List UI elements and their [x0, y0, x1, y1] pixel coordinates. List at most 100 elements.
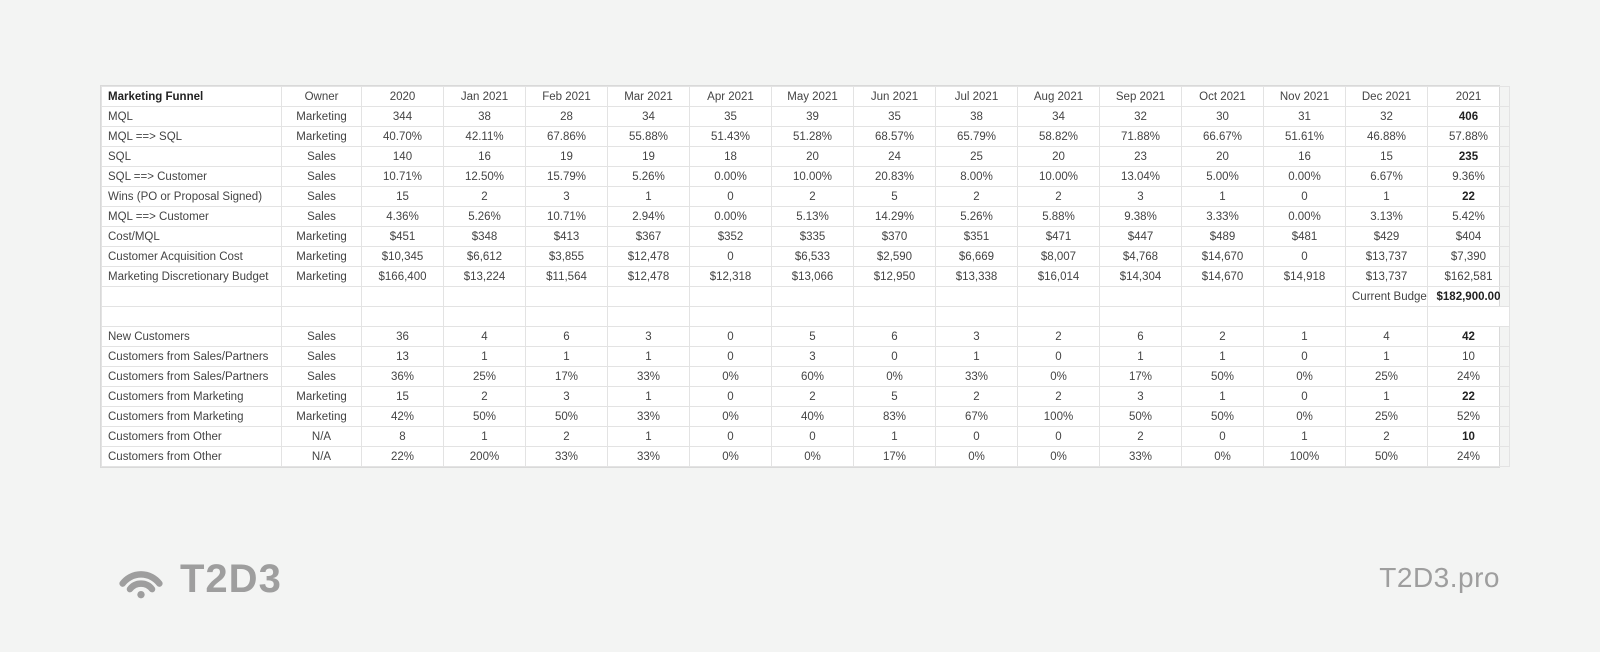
cell: 0 — [690, 187, 772, 207]
cell: 42.11% — [444, 127, 526, 147]
cell: 6.67% — [1346, 167, 1428, 187]
empty-cell — [772, 287, 854, 307]
cell: $13,338 — [936, 267, 1018, 287]
cell: 15.79% — [526, 167, 608, 187]
cell: $14,670 — [1182, 267, 1264, 287]
cell: 24% — [1428, 367, 1510, 387]
cell: 1 — [608, 347, 690, 367]
cell: 140 — [362, 147, 444, 167]
cell: 1 — [526, 347, 608, 367]
cell: 51.43% — [690, 127, 772, 147]
blank-row — [102, 307, 1510, 327]
cell: $481 — [1264, 227, 1346, 247]
cell: $367 — [608, 227, 690, 247]
cell: 33% — [936, 367, 1018, 387]
cell: 0 — [1018, 427, 1100, 447]
row-label: MQL — [102, 107, 282, 127]
cell: 22 — [1428, 187, 1510, 207]
empty-cell — [1100, 287, 1182, 307]
empty-cell — [1182, 307, 1264, 327]
column-header: Owner — [282, 87, 362, 107]
cell: Sales — [282, 327, 362, 347]
row-label: Cost/MQL — [102, 227, 282, 247]
column-header: Jan 2021 — [444, 87, 526, 107]
empty-cell — [1100, 307, 1182, 327]
cell: 20 — [1182, 147, 1264, 167]
row-label: SQL — [102, 147, 282, 167]
column-header: Apr 2021 — [690, 87, 772, 107]
row-label: Marketing Discretionary Budget — [102, 267, 282, 287]
cell: Marketing — [282, 387, 362, 407]
cell: $6,612 — [444, 247, 526, 267]
cell: 100% — [1264, 447, 1346, 467]
brand-logo: T2D3 — [118, 556, 282, 602]
cell: 40% — [772, 407, 854, 427]
cell: 15 — [362, 387, 444, 407]
cell: 50% — [1346, 447, 1428, 467]
cell: 0.00% — [1264, 167, 1346, 187]
empty-cell — [608, 307, 690, 327]
cell: 33% — [608, 367, 690, 387]
cell: 0 — [690, 347, 772, 367]
cell: $404 — [1428, 227, 1510, 247]
cell: 0 — [1264, 247, 1346, 267]
cell: Sales — [282, 187, 362, 207]
cell: 0 — [1182, 427, 1264, 447]
column-header: Aug 2021 — [1018, 87, 1100, 107]
cell: Sales — [282, 167, 362, 187]
cell: 20 — [772, 147, 854, 167]
cell: Marketing — [282, 267, 362, 287]
cell: 2 — [444, 387, 526, 407]
cell: 1 — [444, 347, 526, 367]
cell: 15 — [362, 187, 444, 207]
cell: 0 — [1018, 347, 1100, 367]
empty-cell — [1428, 307, 1510, 327]
cell: 1 — [608, 187, 690, 207]
row-label: SQL ==> Customer — [102, 167, 282, 187]
cell: 1 — [1264, 327, 1346, 347]
cell: 39 — [772, 107, 854, 127]
cell: Sales — [282, 207, 362, 227]
cell: 5.26% — [608, 167, 690, 187]
empty-cell — [362, 287, 444, 307]
column-header: May 2021 — [772, 87, 854, 107]
cell: 4 — [1346, 327, 1428, 347]
cell: 10.71% — [362, 167, 444, 187]
cell: 9.38% — [1100, 207, 1182, 227]
empty-cell — [282, 307, 362, 327]
cell: 1 — [854, 427, 936, 447]
empty-cell — [936, 307, 1018, 327]
brand-name: T2D3 — [180, 557, 282, 602]
cell: 0 — [854, 347, 936, 367]
table-title: Marketing Funnel — [102, 87, 282, 107]
cell: 28 — [526, 107, 608, 127]
column-header: Nov 2021 — [1264, 87, 1346, 107]
cell: 0% — [1264, 407, 1346, 427]
cell: $352 — [690, 227, 772, 247]
cell: 34 — [1018, 107, 1100, 127]
cell: 0 — [936, 427, 1018, 447]
cell: 35 — [854, 107, 936, 127]
empty-cell — [608, 287, 690, 307]
cell: $10,345 — [362, 247, 444, 267]
cell: 1 — [608, 427, 690, 447]
cell: 67.86% — [526, 127, 608, 147]
cell: 4 — [444, 327, 526, 347]
cell: 5 — [772, 327, 854, 347]
cell: 2 — [444, 187, 526, 207]
cell: 2 — [1182, 327, 1264, 347]
cell: $6,669 — [936, 247, 1018, 267]
cell: $6,533 — [772, 247, 854, 267]
cell: 6 — [854, 327, 936, 347]
cell: 60% — [772, 367, 854, 387]
cell: 2 — [936, 187, 1018, 207]
cell: 1 — [1346, 347, 1428, 367]
cell: $14,304 — [1100, 267, 1182, 287]
cell: 55.88% — [608, 127, 690, 147]
cell: 14.29% — [854, 207, 936, 227]
cell: $4,768 — [1100, 247, 1182, 267]
cell: $429 — [1346, 227, 1428, 247]
cell: 0% — [1264, 367, 1346, 387]
cell: 67% — [936, 407, 1018, 427]
row-label: Customers from Sales/Partners — [102, 347, 282, 367]
